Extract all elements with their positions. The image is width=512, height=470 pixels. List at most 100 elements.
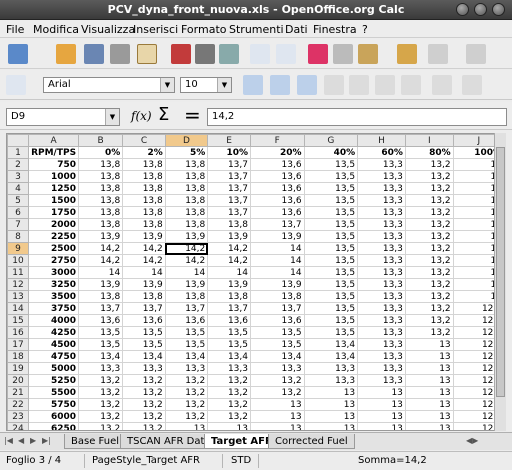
cell-h13[interactable]: 13,3 [357, 290, 406, 303]
cell-d4[interactable]: 13,8 [164, 182, 209, 195]
row-header[interactable]: 20 [7, 374, 30, 387]
cell-h4[interactable]: 13,3 [357, 182, 406, 195]
cell-b22[interactable]: 13,2 [78, 398, 124, 411]
cell-e22[interactable]: 13,2 [207, 398, 251, 411]
row-header[interactable]: 4 [7, 182, 30, 195]
cell-d13[interactable]: 13,8 [164, 290, 209, 303]
row-header[interactable]: 8 [7, 230, 30, 243]
cell-f9[interactable]: 14 [249, 242, 305, 255]
column-header-d[interactable]: D [164, 134, 209, 147]
cell-b12[interactable]: 13,9 [78, 278, 124, 291]
cell-g2[interactable]: 13,5 [303, 158, 359, 171]
cell-i21[interactable]: 13 [404, 386, 454, 399]
cell-c14[interactable]: 13,7 [122, 302, 166, 315]
cell-i23[interactable]: 13 [404, 410, 454, 423]
cell-c2[interactable]: 13,8 [122, 158, 166, 171]
selection-mode[interactable]: STD [231, 455, 251, 466]
cell-i3[interactable]: 13,2 [404, 170, 454, 183]
cell-f4[interactable]: 13,6 [249, 182, 305, 195]
open-folder-icon[interactable] [56, 44, 76, 64]
cell-c3[interactable]: 13,8 [122, 170, 166, 183]
spellcheck-icon[interactable] [250, 44, 270, 64]
italic-icon[interactable] [270, 75, 290, 95]
cell-b6[interactable]: 13,8 [78, 206, 124, 219]
chevron-down-icon[interactable]: ▼ [105, 109, 119, 125]
row-header[interactable]: 17 [7, 338, 30, 351]
font-name-combo[interactable]: Arial ▼ [43, 77, 175, 93]
cell-f16[interactable]: 13,5 [249, 326, 305, 339]
cell-h7[interactable]: 13,3 [357, 218, 406, 231]
cell-h6[interactable]: 13,3 [357, 206, 406, 219]
cell-i17[interactable]: 13 [404, 338, 454, 351]
row-header[interactable]: 24 [7, 422, 30, 430]
cell-a18[interactable]: 4750 [28, 350, 80, 363]
cell-c24[interactable]: 13,2 [122, 422, 166, 430]
cell-i14[interactable]: 13,2 [404, 302, 454, 315]
row-header[interactable]: 9 [7, 242, 30, 255]
tab-scroll-arrows-icon[interactable]: ◀▶ [466, 436, 478, 445]
row-header[interactable]: 2 [7, 158, 30, 171]
row-header[interactable]: 22 [7, 398, 30, 411]
cell-e9[interactable]: 14,2 [207, 242, 251, 255]
cell-i24[interactable]: 13 [404, 422, 454, 430]
cell-c8[interactable]: 13,9 [122, 230, 166, 243]
column-header-a[interactable]: A [28, 134, 80, 147]
row-header[interactable]: 15 [7, 314, 30, 327]
row-header[interactable]: 23 [7, 410, 30, 423]
cell-e23[interactable]: 13,2 [207, 410, 251, 423]
cell-i16[interactable]: 13,2 [404, 326, 454, 339]
column-header-e[interactable]: E [207, 134, 251, 147]
cell-d23[interactable]: 13,2 [164, 410, 209, 423]
sheet-tab-base-fuel[interactable]: Base Fuel [64, 434, 127, 449]
next-sheet-icon[interactable]: ▶ [30, 436, 40, 447]
cell-g4[interactable]: 13,5 [303, 182, 359, 195]
cell-a21[interactable]: 5500 [28, 386, 80, 399]
cell-a10[interactable]: 2750 [28, 254, 80, 267]
cell-b18[interactable]: 13,4 [78, 350, 124, 363]
cell-h14[interactable]: 13,3 [357, 302, 406, 315]
cell-a17[interactable]: 4500 [28, 338, 80, 351]
column-header-g[interactable]: G [303, 134, 359, 147]
cell-f7[interactable]: 13,7 [249, 218, 305, 231]
cell-f17[interactable]: 13,5 [249, 338, 305, 351]
cell-c7[interactable]: 13,8 [122, 218, 166, 231]
cell-a7[interactable]: 2000 [28, 218, 80, 231]
minimize-button[interactable] [456, 3, 469, 16]
cell-e15[interactable]: 13,6 [207, 314, 251, 327]
cell-g5[interactable]: 13,5 [303, 194, 359, 207]
row-header[interactable]: 14 [7, 302, 30, 315]
cell-b2[interactable]: 13,8 [78, 158, 124, 171]
sheet-tab-tscan-afr-data[interactable]: TSCAN AFR Data [120, 434, 218, 449]
cell-e3[interactable]: 13,7 [207, 170, 251, 183]
cell-a4[interactable]: 1250 [28, 182, 80, 195]
cell-h23[interactable]: 13 [357, 410, 406, 423]
cell-i10[interactable]: 13,2 [404, 254, 454, 267]
chevron-down-icon[interactable]: ▼ [217, 78, 231, 92]
number-format-icon[interactable] [462, 75, 482, 95]
cell-e21[interactable]: 13,2 [207, 386, 251, 399]
cell-i1[interactable]: 80% [404, 146, 454, 159]
cell-f18[interactable]: 13,4 [249, 350, 305, 363]
print-icon[interactable] [195, 44, 215, 64]
cell-b11[interactable]: 14 [78, 266, 124, 279]
cell-f14[interactable]: 13,7 [249, 302, 305, 315]
cell-a24[interactable]: 6250 [28, 422, 80, 430]
menu-visualizza[interactable]: Visualizza [81, 23, 135, 36]
cell-g9[interactable]: 13,5 [303, 242, 359, 255]
cell-c15[interactable]: 13,6 [122, 314, 166, 327]
cell-i11[interactable]: 13,2 [404, 266, 454, 279]
cell-e2[interactable]: 13,7 [207, 158, 251, 171]
cell-h21[interactable]: 13 [357, 386, 406, 399]
cell-f15[interactable]: 13,6 [249, 314, 305, 327]
cell-d1[interactable]: 5% [164, 146, 209, 159]
cell-b14[interactable]: 13,7 [78, 302, 124, 315]
cell-i20[interactable]: 13 [404, 374, 454, 387]
cell-b10[interactable]: 14,2 [78, 254, 124, 267]
format-paintbrush-icon[interactable] [397, 44, 417, 64]
cell-a13[interactable]: 3500 [28, 290, 80, 303]
cell-b7[interactable]: 13,8 [78, 218, 124, 231]
cell-c10[interactable]: 14,2 [122, 254, 166, 267]
menu-strumenti[interactable]: Strumenti [229, 23, 284, 36]
cell-g8[interactable]: 13,5 [303, 230, 359, 243]
cell-g18[interactable]: 13,4 [303, 350, 359, 363]
